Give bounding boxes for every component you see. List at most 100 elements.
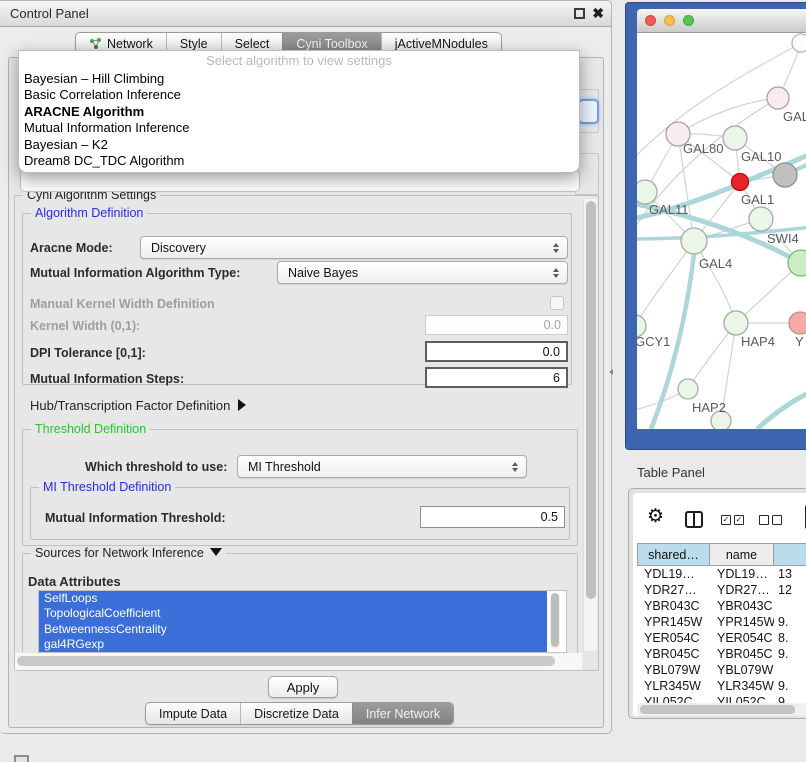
table-cell[interactable]: YLR345W xyxy=(710,678,774,694)
table-cell[interactable]: YDR27… xyxy=(637,582,710,598)
table-cell[interactable]: YDL19… xyxy=(710,566,774,582)
mi-steps-field[interactable]: 6 xyxy=(425,367,568,388)
scrollbar-thumb[interactable] xyxy=(551,593,559,647)
table-cell[interactable]: 9. xyxy=(774,678,806,694)
table-cell[interactable]: YER054C xyxy=(710,630,774,646)
mi-algorithm-type-combo[interactable]: Naive Bayes xyxy=(277,261,568,284)
network-node-partial[interactable] xyxy=(792,34,806,52)
table-row[interactable]: YBR045CYBR045C9. xyxy=(637,646,806,662)
tab-label: Cyni Toolbox xyxy=(296,37,367,51)
network-node-gal11[interactable] xyxy=(637,180,657,204)
aracne-mode-combo[interactable]: Discovery xyxy=(140,236,568,259)
table-row[interactable]: YDR27…YDR27…12 xyxy=(637,582,806,598)
dropdown-item-aracne[interactable]: ARACNE Algorithm xyxy=(19,104,579,120)
network-node-hap2[interactable] xyxy=(678,379,698,399)
apply-button[interactable]: Apply xyxy=(268,676,338,698)
table-row[interactable]: YER054CYER054C8. xyxy=(637,630,806,646)
list-scrollbar[interactable] xyxy=(550,593,560,649)
data-attributes-list[interactable]: SelfLoops TopologicalCoefficient Between… xyxy=(38,590,567,653)
mi-threshold-label: Mutual Information Threshold: xyxy=(45,511,226,525)
hub-definition-toggle[interactable]: Hub/Transcription Factor Definition xyxy=(30,398,246,413)
table-cell[interactable]: YDR27… xyxy=(710,582,774,598)
combo-value: Naive Bayes xyxy=(288,266,358,280)
table-cell[interactable]: 9. xyxy=(774,646,806,662)
network-node-gal10[interactable] xyxy=(723,126,747,150)
tab-discretize-data[interactable]: Discretize Data xyxy=(240,703,352,724)
table-cell[interactable] xyxy=(774,662,806,678)
column-header-partial[interactable] xyxy=(774,543,806,566)
scrollbar-thumb[interactable] xyxy=(17,656,555,666)
tab-label: Discretize Data xyxy=(254,707,339,721)
list-item[interactable]: gal4RGexp xyxy=(39,637,547,652)
close-traffic-light-icon[interactable] xyxy=(645,15,656,26)
manual-kernel-width-checkbox[interactable] xyxy=(550,296,564,310)
table-row[interactable]: YBL079WYBL079W xyxy=(637,662,806,678)
dropdown-item-mutual-information[interactable]: Mutual Information Inference xyxy=(19,120,579,136)
select-all-checkboxes-icon[interactable]: ✓✓ xyxy=(721,515,744,525)
tab-infer-network[interactable]: Infer Network xyxy=(352,703,453,724)
network-node-gal-partial[interactable] xyxy=(767,87,789,109)
table-cell[interactable]: 9. xyxy=(774,614,806,630)
kernel-width-field[interactable]: 0.0 xyxy=(425,315,568,335)
table-cell[interactable]: YDL19… xyxy=(637,566,710,582)
table-cell[interactable]: YPR145W xyxy=(637,614,710,630)
table-cell[interactable]: YBL079W xyxy=(637,662,710,678)
table-cell[interactable]: YLR345W xyxy=(637,678,710,694)
table-row[interactable]: YDL19…YDL19…13 xyxy=(637,566,806,582)
table-cell[interactable]: YER054C xyxy=(637,630,710,646)
float-window-icon[interactable] xyxy=(574,8,585,19)
combo-value: MI Threshold xyxy=(248,460,321,474)
zoom-traffic-light-icon[interactable] xyxy=(683,15,694,26)
list-item[interactable]: BetweennessCentrality xyxy=(39,622,547,637)
network-window-titlebar[interactable] xyxy=(637,9,806,33)
inference-algorithm-combo-fragment[interactable] xyxy=(578,99,599,124)
table-cell[interactable] xyxy=(774,598,806,614)
table-row[interactable]: YBR043CYBR043C xyxy=(637,598,806,614)
table-cell[interactable]: YBR045C xyxy=(710,646,774,662)
table-horizontal-scrollbar[interactable] xyxy=(637,703,806,716)
table-cell[interactable]: 13 xyxy=(774,566,806,582)
panel-splitter-handle[interactable] xyxy=(609,369,613,375)
split-columns-icon[interactable] xyxy=(685,511,703,528)
table-cell[interactable]: YBL079W xyxy=(710,662,774,678)
collapsed-panel-icon[interactable] xyxy=(14,755,29,762)
mi-threshold-field[interactable]: 0.5 xyxy=(420,506,565,528)
network-node-swi4[interactable] xyxy=(749,207,773,231)
minimize-traffic-light-icon[interactable] xyxy=(664,15,675,26)
table-cell[interactable]: YBR043C xyxy=(637,598,710,614)
dropdown-item-dream8[interactable]: Dream8 DC_TDC Algorithm xyxy=(19,153,579,169)
deselect-all-checkboxes-icon[interactable] xyxy=(759,515,782,525)
network-node-hap4[interactable] xyxy=(724,311,748,335)
control-panel-window: Control Panel ✖ Network Style Select Cyn… xyxy=(0,0,612,734)
dpi-tolerance-field[interactable]: 0.0 xyxy=(425,341,568,362)
network-node-gal1[interactable] xyxy=(732,174,749,191)
table-cell[interactable]: 8. xyxy=(774,630,806,646)
table-row[interactable]: YLR345WYLR345W9. xyxy=(637,678,806,694)
dropdown-item-basic-correlation[interactable]: Basic Correlation Inference xyxy=(19,87,579,103)
table-row[interactable]: YPR145WYPR145W9. xyxy=(637,614,806,630)
column-header-name[interactable]: name xyxy=(710,543,774,566)
close-icon[interactable]: ✖ xyxy=(592,5,604,21)
settings-horizontal-scrollbar[interactable] xyxy=(15,653,582,670)
table-cell[interactable]: YBR045C xyxy=(637,646,710,662)
table-cell[interactable]: YBR043C xyxy=(710,598,774,614)
network-node-y-partial[interactable] xyxy=(789,312,806,334)
list-item[interactable]: TopologicalCoefficient xyxy=(39,606,547,621)
network-view-window[interactable]: GAL GAL80 GAL10 GAL1 GAL11 SWI4 GAL4 GCY… xyxy=(625,2,806,450)
column-header-shared[interactable]: shared… xyxy=(637,543,710,566)
network-canvas[interactable]: GAL GAL80 GAL10 GAL1 GAL11 SWI4 GAL4 GCY… xyxy=(637,33,806,429)
dropdown-item-bayesian-hill-climbing[interactable]: Bayesian – Hill Climbing xyxy=(19,71,579,87)
network-node-gal4[interactable] xyxy=(681,228,707,254)
which-threshold-combo[interactable]: MI Threshold xyxy=(237,455,527,478)
gear-icon[interactable]: ⚙ xyxy=(647,507,664,526)
scrollbar-thumb[interactable] xyxy=(640,705,795,714)
dropdown-item-bayesian-k2[interactable]: Bayesian – K2 xyxy=(19,137,579,153)
tab-impute-data[interactable]: Impute Data xyxy=(146,703,240,724)
scrollbar-thumb[interactable] xyxy=(586,201,596,599)
table-cell[interactable]: 12 xyxy=(774,582,806,598)
table-cell[interactable]: YPR145W xyxy=(710,614,774,630)
node-label: GAL1 xyxy=(741,192,774,207)
network-node-gray[interactable] xyxy=(773,163,797,187)
list-item[interactable]: SelfLoops xyxy=(39,591,547,606)
settings-vertical-scrollbar[interactable] xyxy=(583,199,597,651)
